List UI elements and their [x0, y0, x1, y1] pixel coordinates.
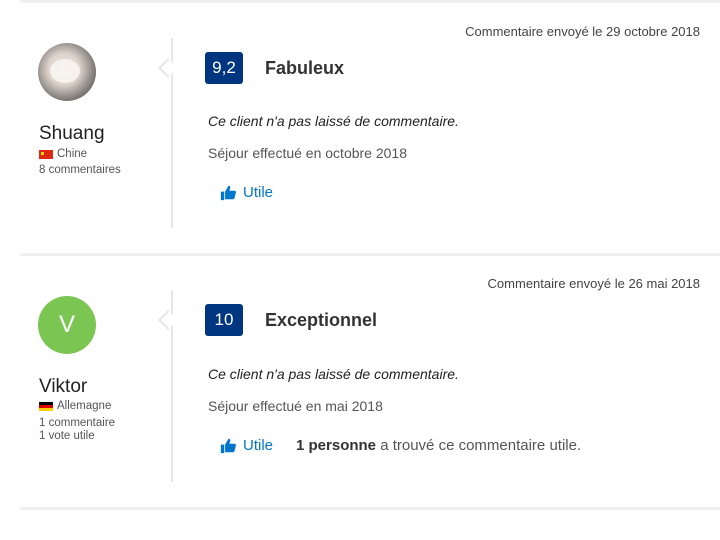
reviewer-meta: 8 commentaires [39, 164, 121, 177]
stay-info: Séjour effectué en mai 2018 [208, 398, 383, 414]
bottom-separator [20, 507, 720, 510]
score-badge: 9,2 [205, 52, 243, 84]
divider-notch [158, 58, 178, 78]
score-badge: 10 [205, 304, 243, 336]
review-comment: Ce client n'a pas laissé de commentaire. [208, 366, 459, 382]
country-label: Allemagne [57, 400, 112, 412]
top-separator [20, 0, 720, 3]
reviewer-country: Chine [39, 148, 87, 160]
review-separator [20, 253, 720, 256]
helpful-label: Utile [243, 184, 274, 201]
helpful-votes: 1 vote utile [39, 430, 95, 442]
helpful-count: 1 personne a trouvé ce commentaire utile… [296, 437, 581, 454]
china-flag-icon [39, 149, 53, 159]
germany-flag-icon [39, 401, 53, 411]
review-comment: Ce client n'a pas laissé de commentaire. [208, 113, 459, 129]
helpful-count-rest: a trouvé ce commentaire utile. [376, 437, 582, 454]
score-label: Fabuleux [265, 58, 345, 78]
thumbs-up-icon [220, 438, 236, 454]
helpful-count-bold: 1 personne [296, 437, 377, 454]
stay-info: Séjour effectué en octobre 2018 [208, 145, 408, 161]
thumbs-up-icon [220, 185, 236, 201]
helpful-label: Utile [243, 437, 274, 454]
review-date: Commentaire envoyé le 29 octobre 2018 [465, 24, 700, 39]
reviewer-name: Viktor [39, 376, 88, 397]
reviewer-meta: 1 commentaire 1 vote utile [39, 417, 115, 443]
score-label: Exceptionnel [265, 310, 378, 330]
avatar [38, 43, 96, 101]
review-count: 8 commentaires [39, 164, 121, 176]
avatar: V [38, 296, 96, 354]
review-date: Commentaire envoyé le 26 mai 2018 [487, 276, 700, 291]
review-count: 1 commentaire [39, 417, 116, 429]
reviewer-name: Shuang [39, 123, 105, 144]
divider-notch [158, 310, 178, 330]
helpful-button[interactable]: Utile [220, 184, 273, 201]
reviewer-country: Allemagne [39, 400, 111, 412]
helpful-button[interactable]: Utile [220, 437, 273, 454]
country-label: Chine [57, 148, 88, 160]
